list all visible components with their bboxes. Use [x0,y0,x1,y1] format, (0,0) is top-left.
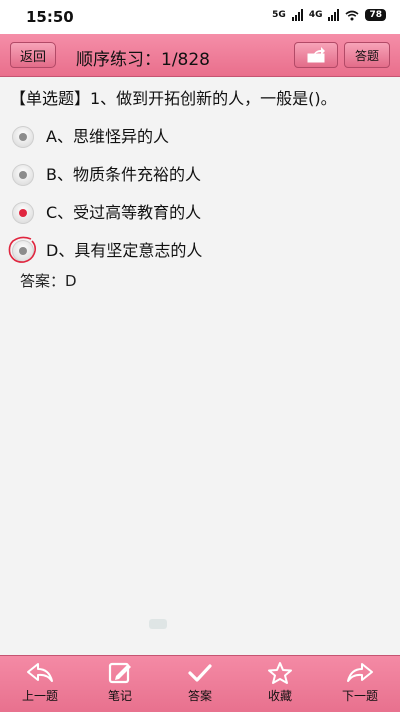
status-icons: 5G 4G 78 [272,9,386,21]
radio-icon[interactable] [12,126,34,148]
battery-icon: 78 [365,9,386,21]
radio-icon[interactable] [12,164,34,186]
tab-label: 下一题 [341,689,378,703]
prev-question-button[interactable]: 上一题 [0,656,80,712]
option-a[interactable]: A、思维怪异的人 [0,118,400,156]
network-4g-label: 4G [308,10,323,20]
edit-note-icon [108,662,131,684]
status-bar: 15:50 5G 4G 78 [0,0,400,34]
option-b[interactable]: B、物质条件充裕的人 [0,156,400,194]
tab-label: 上一题 [21,689,58,703]
tab-label: 笔记 [107,689,132,703]
tab-label: 收藏 [267,689,292,703]
wifi-icon [345,10,359,20]
answer-sheet-button[interactable]: 答题 [344,42,390,68]
option-label: B、物质条件充裕的人 [46,165,201,184]
prev-arrow-icon [27,663,53,682]
page-title: 顺序练习：1/828 [76,50,210,70]
options-list: A、思维怪异的人 B、物质条件充裕的人 C、受过高等教育的人 D、具有坚定意志的… [0,118,400,270]
header-bar: 返回 顺序练习：1/828 答题 [0,34,400,77]
option-label: C、受过高等教育的人 [46,203,202,222]
watermark-logo [148,612,248,636]
favorite-button[interactable]: 收藏 [240,656,320,712]
status-time: 15:50 [26,8,74,26]
next-arrow-icon [347,663,373,682]
star-icon [268,662,292,684]
option-label: D、具有坚定意志的人 [46,241,203,260]
bottom-toolbar: 上一题 笔记 答案 收藏 下一题 [0,655,400,712]
option-c[interactable]: C、受过高等教育的人 [0,194,400,232]
option-label: A、思维怪异的人 [46,127,169,146]
share-button[interactable] [294,42,338,68]
back-button[interactable]: 返回 [10,42,56,68]
share-icon [307,47,325,63]
tab-label: 答案 [187,689,212,703]
signal-icon-2 [328,9,340,21]
option-d[interactable]: D、具有坚定意志的人 [0,232,400,270]
notes-button[interactable]: 笔记 [80,656,160,712]
check-icon [188,664,212,682]
question-text: 【单选题】1、做到开拓创新的人，一般是()。 [10,89,337,108]
radio-selected-icon[interactable] [12,202,34,224]
answer-text: 答案：D [20,272,77,290]
correct-mark-circle-icon [8,236,36,263]
show-answer-button[interactable]: 答案 [160,656,240,712]
next-question-button[interactable]: 下一题 [320,656,400,712]
signal-icon [291,9,303,21]
network-5g-label: 5G [272,10,286,20]
